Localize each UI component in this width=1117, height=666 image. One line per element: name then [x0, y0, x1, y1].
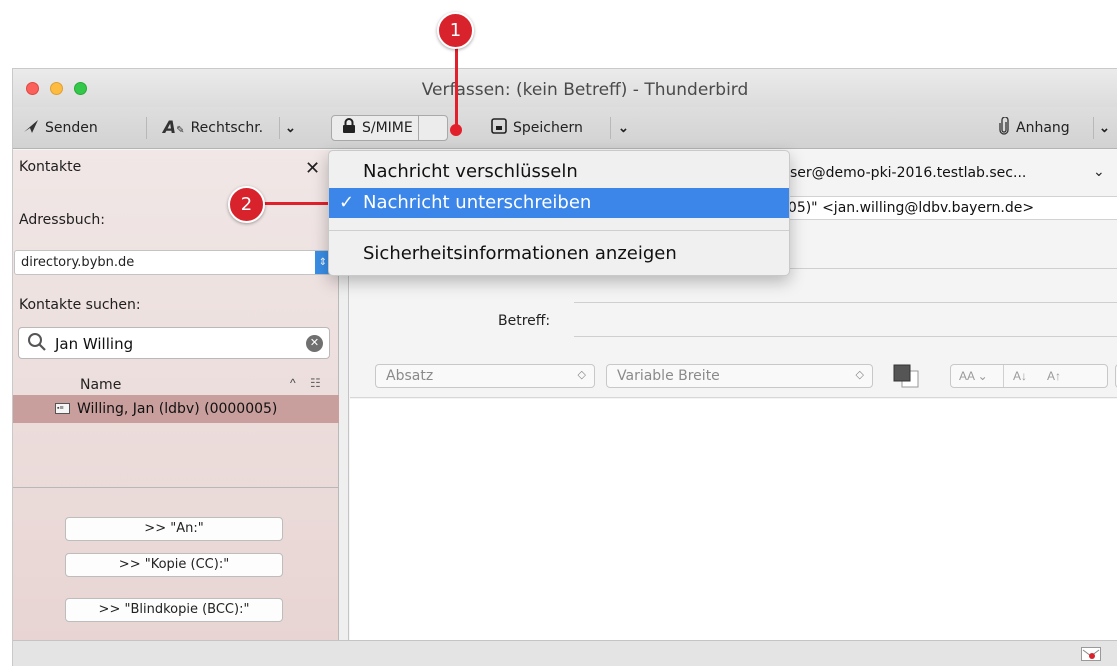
smime-dropdown-menu: Nachricht verschlüsseln ✓ Nachricht unte… — [328, 150, 790, 276]
addressbook-label: Adressbuch: — [19, 212, 105, 228]
callout-2-badge: 2 — [228, 186, 265, 223]
increase-font-size-icon[interactable]: A↑ — [1047, 369, 1061, 383]
paperclip-icon — [998, 116, 1010, 139]
contact-name: Willing, Jan (ldbv) (0000005) — [77, 401, 278, 417]
save-label: Speichern — [513, 120, 583, 136]
spellcheck-dropdown-icon[interactable]: ⌄ — [285, 115, 296, 141]
menu-item-security-info[interactable]: Sicherheitsinformationen anzeigen — [329, 239, 789, 269]
lock-icon — [342, 118, 356, 138]
font-size-select-icon[interactable]: AA ⌄ — [959, 369, 988, 383]
sort-ascending-icon[interactable]: ^ — [290, 376, 296, 390]
smime-label: S/MIME — [362, 120, 413, 136]
subject-top-line — [574, 302, 1117, 303]
callout-1-badge: 1 — [437, 12, 474, 49]
compose-toolbar: Senden A✎ Rechtschr. ⌄ S/MIME Speichern — [13, 107, 1117, 149]
sidebar-divider — [13, 487, 339, 488]
send-icon — [23, 118, 39, 138]
sidebar-title: Kontakte — [19, 159, 82, 175]
send-button[interactable]: Senden — [23, 115, 98, 141]
toolbar-divider — [610, 117, 611, 139]
search-input[interactable]: Jan Willing — [55, 335, 133, 353]
send-label: Senden — [45, 120, 98, 136]
smime-dropdown-toggle[interactable] — [418, 115, 448, 141]
toolbar-divider — [1003, 365, 1004, 387]
paragraph-format-value: Absatz — [386, 368, 434, 384]
toolbar-divider — [279, 117, 280, 139]
menu-item-security-info-label: Sicherheitsinformationen anzeigen — [363, 243, 677, 264]
contact-card-icon: ▪≡ — [55, 403, 70, 414]
add-cc-button[interactable]: >> "Kopie (CC):" — [65, 553, 283, 577]
search-icon — [27, 332, 47, 352]
to-field[interactable]: 005)" <jan.willing@ldbv.bayern.de> — [772, 196, 1117, 220]
addressbook-select[interactable]: directory.bybn.de ⇕ — [14, 250, 332, 275]
subject-input[interactable] — [574, 302, 1117, 336]
toolbar-divider — [146, 117, 147, 139]
from-dropdown-icon[interactable]: ⌄ — [1093, 163, 1105, 180]
table-row[interactable]: ▪≡ Willing, Jan (ldbv) (0000005) — [13, 395, 339, 423]
text-color-picker[interactable] — [892, 363, 920, 389]
attach-dropdown-icon[interactable]: ⌄ — [1099, 115, 1110, 141]
clear-search-icon[interactable]: ✕ — [306, 335, 323, 352]
select-arrows-icon: ◇ — [855, 368, 864, 381]
save-icon — [491, 118, 507, 138]
search-label: Kontakte suchen: — [19, 297, 141, 313]
column-picker-icon[interactable]: ☷ — [310, 376, 321, 390]
font-select[interactable]: Variable Breite ◇ — [606, 364, 873, 388]
name-column-label[interactable]: Name — [80, 377, 121, 393]
security-status-icon[interactable] — [1081, 647, 1101, 661]
menu-item-encrypt-label: Nachricht verschlüsseln — [363, 161, 578, 182]
contacts-sidebar: Kontakte ✕ Adressbuch: directory.bybn.de… — [13, 150, 339, 640]
font-size-group: AA ⌄ A↓ A↑ — [950, 364, 1108, 388]
select-arrows-icon: ◇ — [577, 368, 586, 381]
attach-button[interactable]: Anhang — [998, 115, 1070, 141]
subject-bottom-line — [574, 336, 1117, 337]
spellcheck-label: Rechtschr. — [190, 120, 264, 136]
smime-marker-dot — [450, 124, 462, 136]
paragraph-format-select[interactable]: Absatz ◇ — [375, 364, 595, 388]
save-dropdown-icon[interactable]: ⌄ — [618, 115, 629, 141]
menu-item-encrypt[interactable]: Nachricht verschlüsseln — [329, 157, 789, 187]
screenshot-stage: Verfassen: (kein Betreff) - Thunderbird … — [0, 0, 1117, 666]
menu-separator — [329, 230, 789, 231]
add-to-button[interactable]: >> "An:" — [65, 517, 283, 541]
menu-item-sign[interactable]: ✓ Nachricht unterschreiben — [329, 188, 789, 218]
title-bar: Verfassen: (kein Betreff) - Thunderbird — [13, 69, 1117, 107]
callout-1-line — [455, 45, 458, 125]
save-button[interactable]: Speichern — [491, 115, 583, 141]
menu-item-sign-label: Nachricht unterschreiben — [363, 192, 592, 213]
addressbook-value: directory.bybn.de — [21, 255, 135, 270]
font-value: Variable Breite — [617, 368, 720, 384]
toolbar-divider — [1093, 117, 1094, 139]
from-field[interactable]: ser@demo-pki-2016.testlab.sec... — [790, 165, 1026, 181]
spellcheck-button[interactable]: A✎ Rechtschr. — [163, 115, 263, 141]
status-bar — [13, 640, 1117, 666]
close-icon[interactable]: ✕ — [305, 158, 320, 179]
attach-label: Anhang — [1016, 120, 1070, 136]
window-title: Verfassen: (kein Betreff) - Thunderbird — [421, 80, 749, 100]
decrease-font-size-icon[interactable]: A↓ — [1013, 369, 1027, 383]
add-bcc-button[interactable]: >> "Blindkopie (BCC):" — [65, 598, 283, 622]
subject-label: Betreff: — [498, 313, 551, 329]
contacts-column-header[interactable]: Name ^ ☷ — [13, 375, 339, 395]
format-toolbar: Absatz ◇ Variable Breite ◇ AA ⌄ A↓ A↑ — [350, 356, 1117, 398]
contact-search-field[interactable]: Jan Willing ✕ — [18, 327, 330, 359]
message-body-editor[interactable] — [350, 399, 1117, 640]
checkmark-icon: ✓ — [339, 192, 355, 213]
spellcheck-icon: A✎ — [163, 118, 185, 138]
